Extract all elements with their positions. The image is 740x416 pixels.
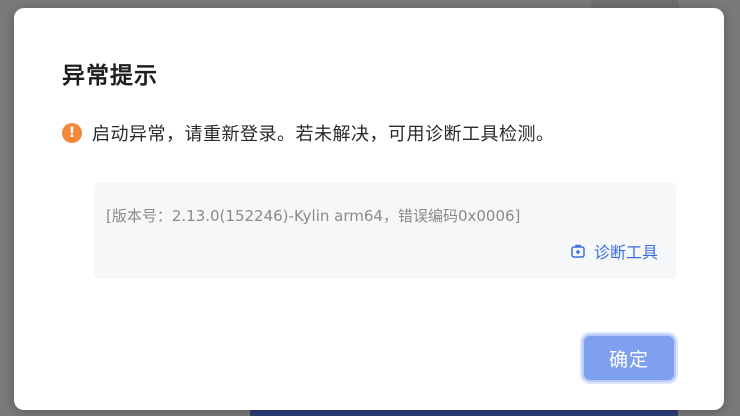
error-message-row: ! 启动异常，请重新登录。若未解决，可用诊断工具检测。 <box>62 120 555 146</box>
error-message: 启动异常，请重新登录。若未解决，可用诊断工具检测。 <box>92 124 555 145</box>
version-info-box: [版本号：2.13.0(152246)-Kylin arm64，错误编码0x00… <box>94 183 676 279</box>
warning-icon: ! <box>62 123 82 143</box>
dialog-title: 异常提示 <box>62 63 158 89</box>
diagnostic-tool-label: 诊断工具 <box>593 243 658 262</box>
toolbox-icon <box>571 244 585 258</box>
version-info-text: [版本号：2.13.0(152246)-Kylin arm64，错误编码0x00… <box>106 207 521 225</box>
error-dialog: 异常提示 ! 启动异常，请重新登录。若未解决，可用诊断工具检测。 [版本号：2.… <box>14 8 724 410</box>
diagnostic-tool-link[interactable]: 诊断工具 <box>570 239 658 263</box>
confirm-button[interactable]: 确定 <box>582 334 676 382</box>
